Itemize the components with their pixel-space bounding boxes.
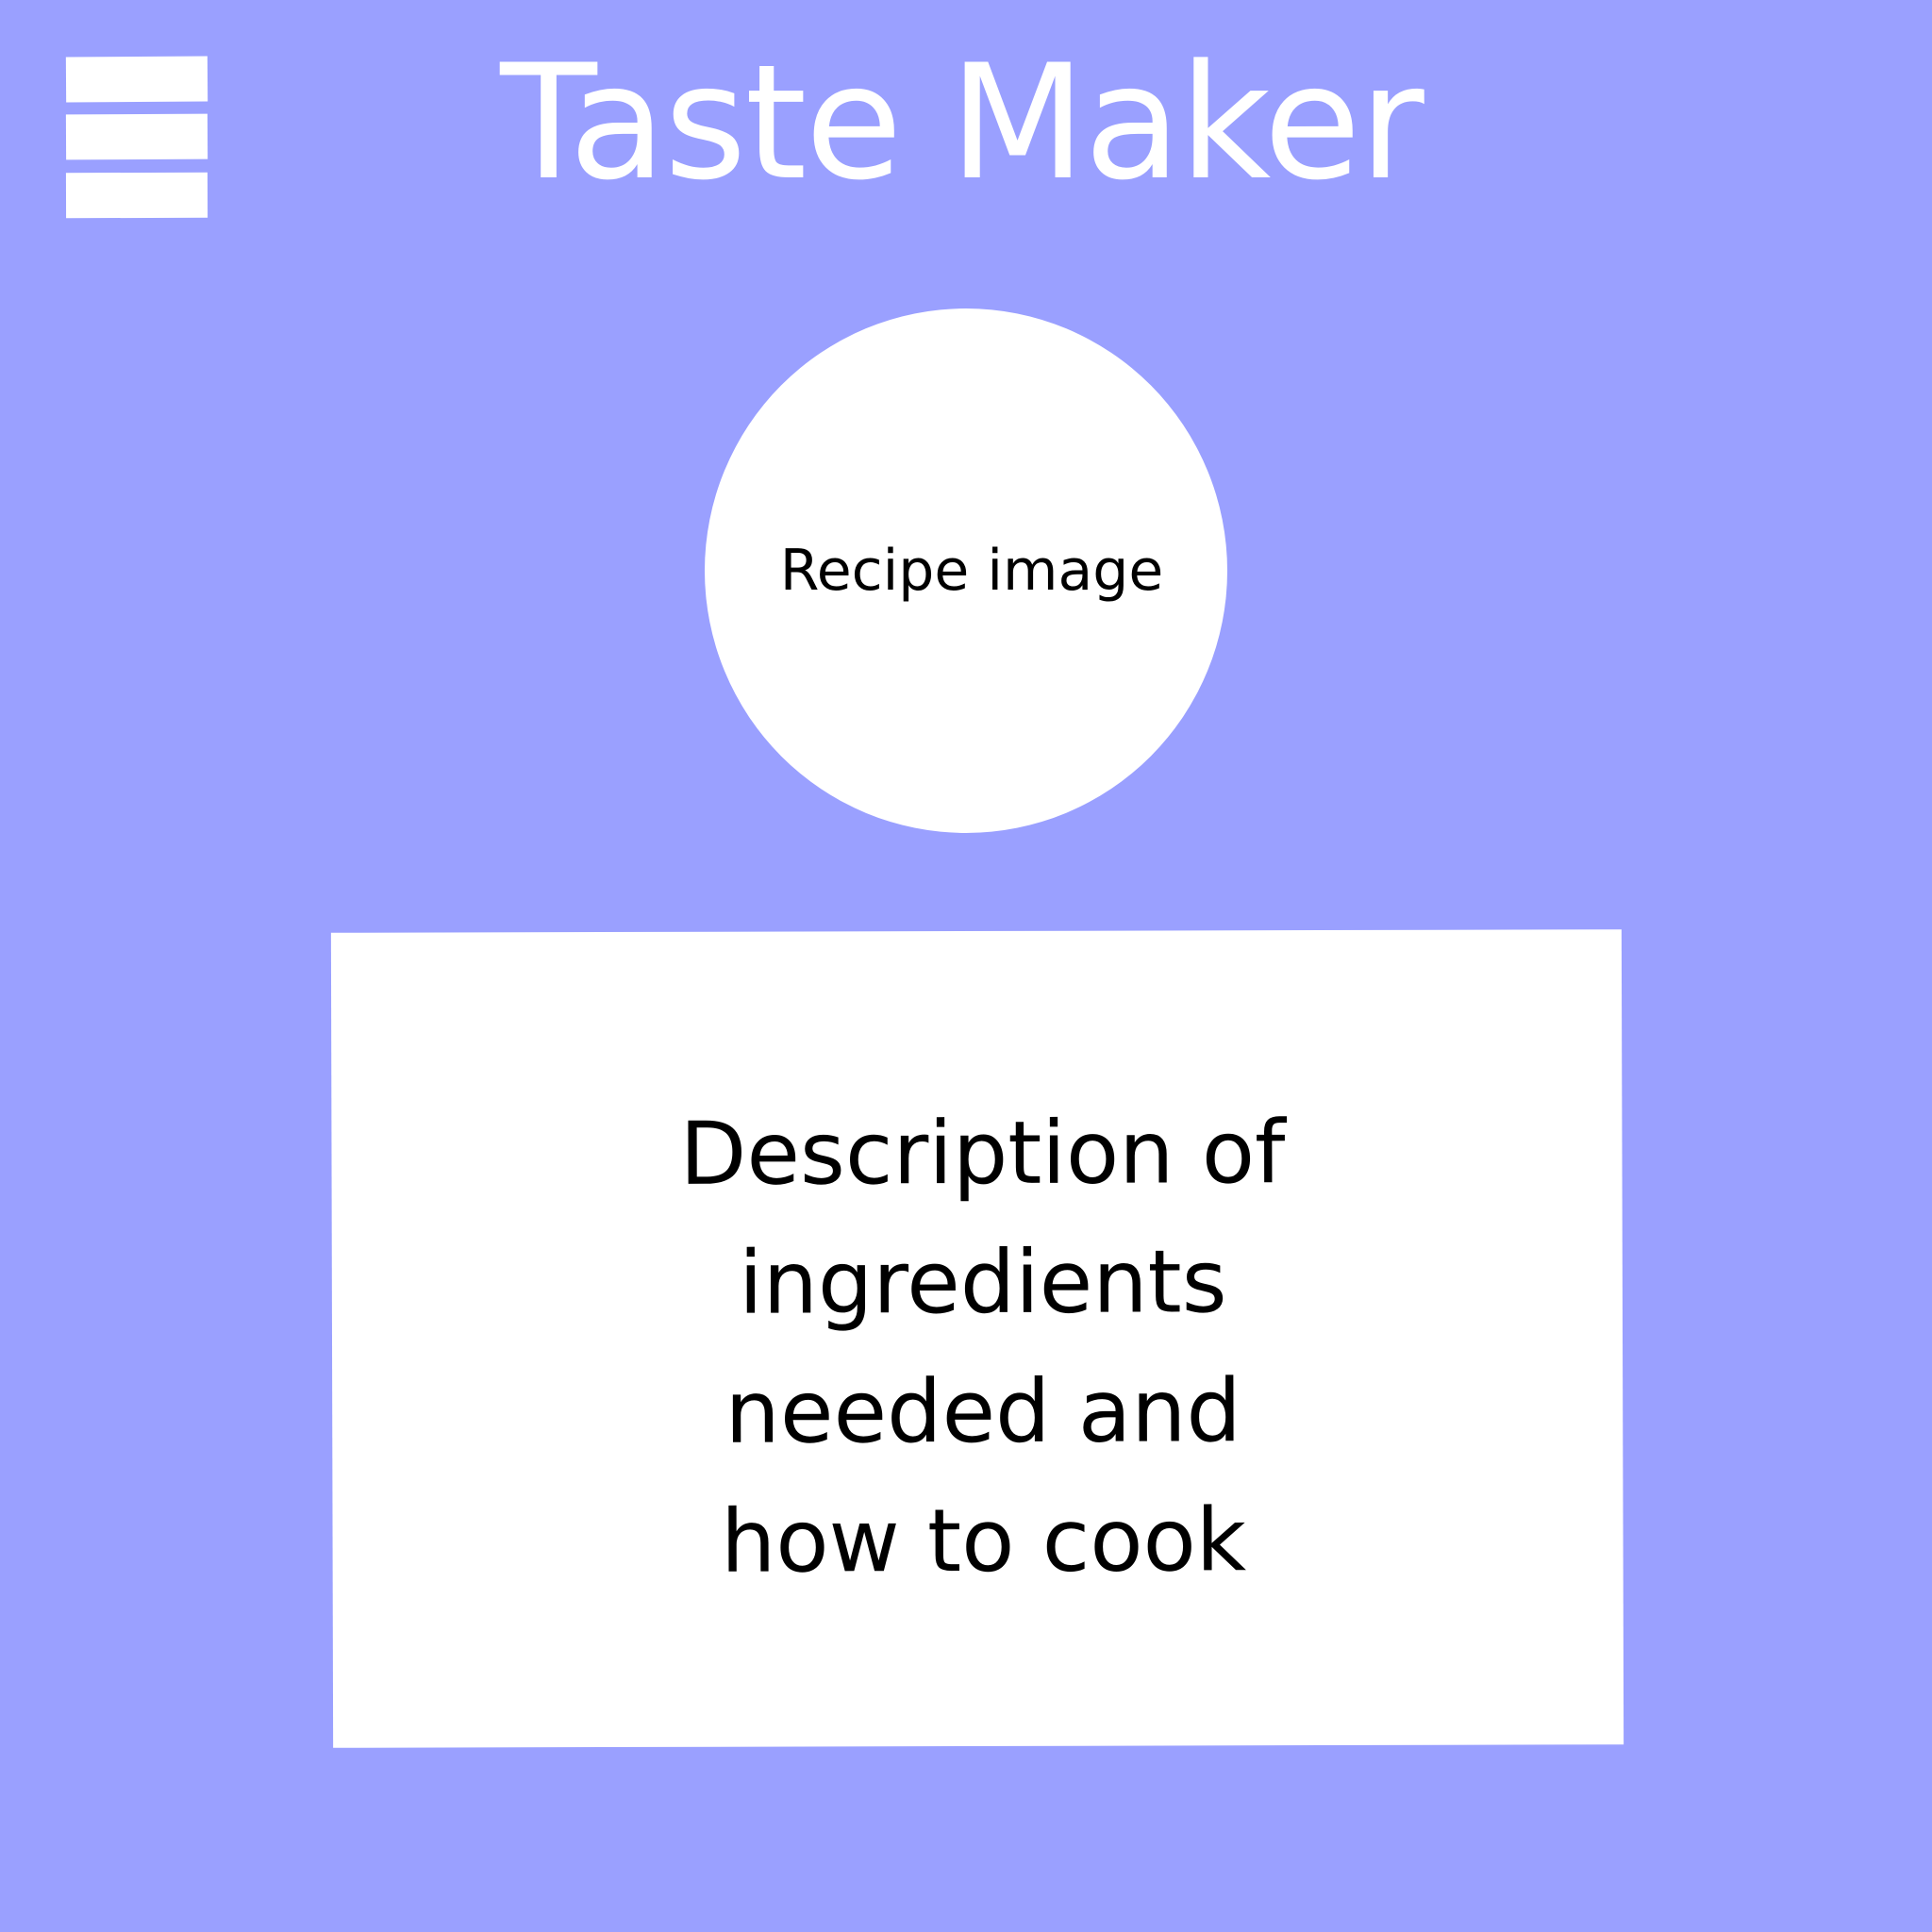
recipe-description-card: Description of ingredients needed and ho… bbox=[330, 929, 1624, 1748]
recipe-image[interactable]: Recipe image bbox=[705, 308, 1227, 833]
recipe-image-label: Recipe image bbox=[779, 538, 1164, 604]
app-title: Taste Maker bbox=[500, 30, 1424, 215]
recipe-description: Description of ingredients needed and ho… bbox=[679, 1102, 1286, 1592]
